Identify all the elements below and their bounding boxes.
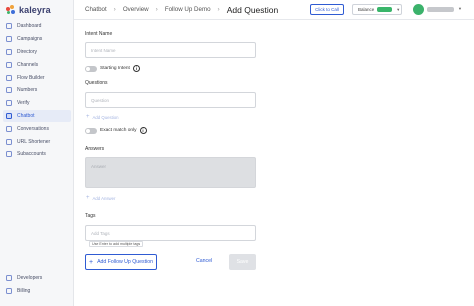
add-follow-up-question-button[interactable]: + Add Follow Up Question <box>85 254 157 270</box>
sidebar-item-label: URL Shortener <box>17 138 51 145</box>
sidebar-item-label: Channels <box>17 61 39 68</box>
breadcrumb-overview[interactable]: Overview <box>123 6 149 13</box>
url-shortener-icon <box>6 138 12 145</box>
starting-intent-row: Starting Intent i <box>85 65 140 72</box>
sidebar-item-channels[interactable]: Channels <box>3 58 71 71</box>
add-answer-link[interactable]: + Add Answer <box>86 195 115 201</box>
sidebar-item-label: Numbers <box>17 87 38 94</box>
dashboard-icon <box>6 23 12 30</box>
add-question-link[interactable]: + Add Question <box>86 114 119 120</box>
numbers-icon <box>6 87 12 94</box>
info-icon[interactable]: i <box>139 127 147 134</box>
plus-icon: + <box>86 114 90 120</box>
add-follow-up-label: Add Follow Up Question <box>97 259 154 265</box>
chevron-right-icon: › <box>155 6 158 13</box>
sidebar-item-chatbot[interactable]: Chatbot <box>3 109 71 123</box>
sidebar-item-label: Directory <box>17 48 38 55</box>
cancel-button[interactable]: Cancel <box>196 258 212 264</box>
sidebar-nav: Dashboard Campaigns Directory Channels F… <box>3 20 71 161</box>
intent-name-label: Intent Name <box>85 31 113 37</box>
conversations-icon <box>6 125 12 132</box>
sidebar-item-conversations[interactable]: Conversations <box>3 122 71 135</box>
info-icon[interactable]: i <box>132 65 140 72</box>
balance-label: Balance <box>358 7 375 12</box>
plus-icon: + <box>86 195 90 201</box>
intent-name-input[interactable]: Intent Name <box>85 42 256 58</box>
verify-icon <box>6 100 12 107</box>
brand-name: kaleyra <box>19 5 51 15</box>
sidebar-item-billing[interactable]: Billing <box>3 285 71 298</box>
breadcrumb-chatbot[interactable]: Chatbot <box>85 6 107 13</box>
sidebar-bottom-nav: Developers Billing <box>3 272 71 298</box>
tags-input[interactable]: Add Tags <box>85 225 256 241</box>
brand-logo[interactable]: kaleyra <box>6 4 51 16</box>
sidebar-item-numbers[interactable]: Numbers <box>3 84 71 97</box>
directory-icon <box>6 48 12 55</box>
breadcrumb-follow-up-demo[interactable]: Follow Up Demo <box>165 6 211 13</box>
question-input[interactable]: Question <box>85 92 256 108</box>
sidebar-item-dashboard[interactable]: Dashboard <box>3 20 71 33</box>
chevron-down-icon: ▼ <box>396 7 401 12</box>
page-title: Add Question <box>226 4 279 15</box>
tags-hint: Use Enter to add multiple tags <box>89 241 144 247</box>
kaleyra-logo-icon <box>6 5 16 15</box>
questions-label: Questions <box>85 80 108 86</box>
sidebar-item-label: Subaccounts <box>17 151 46 158</box>
breadcrumb: Chatbot › Overview › Follow Up Demo › Ad… <box>74 5 278 15</box>
chevron-down-icon[interactable]: ▼ <box>458 6 462 11</box>
sidebar-item-verify[interactable]: Verify <box>3 97 71 110</box>
exact-match-label: Exact match only <box>100 128 137 133</box>
chatbot-icon <box>6 112 12 119</box>
sidebar-item-developers[interactable]: Developers <box>3 272 71 285</box>
add-answer-label: Add Answer <box>92 195 116 201</box>
channels-icon <box>6 61 12 68</box>
toggle-knob <box>86 128 90 133</box>
exact-match-toggle[interactable] <box>85 127 97 134</box>
developers-icon <box>6 275 12 282</box>
balance-value-badge <box>377 7 393 12</box>
top-header: Chatbot › Overview › Follow Up Demo › Ad… <box>74 0 474 20</box>
sidebar-item-label: Developers <box>17 275 43 282</box>
sidebar-item-label: Billing <box>17 288 31 295</box>
avatar[interactable] <box>413 4 424 15</box>
flow-builder-icon <box>6 74 12 81</box>
sidebar-item-label: Chatbot <box>17 112 35 119</box>
toggle-knob <box>86 66 90 71</box>
sidebar-item-campaigns[interactable]: Campaigns <box>3 33 71 46</box>
tags-label: Tags <box>85 213 96 219</box>
sidebar: kaleyra Dashboard Campaigns Directory Ch… <box>0 0 74 306</box>
sidebar-item-label: Campaigns <box>17 36 43 43</box>
save-button[interactable]: Save <box>229 254 256 270</box>
click-to-call-button[interactable]: Click to Call <box>310 4 344 15</box>
subaccounts-icon <box>6 151 12 158</box>
sidebar-item-directory[interactable]: Directory <box>3 46 71 59</box>
starting-intent-toggle[interactable] <box>85 65 97 72</box>
user-name-redacted[interactable] <box>427 7 454 12</box>
plus-icon: + <box>88 258 94 266</box>
sidebar-item-label: Verify <box>17 100 30 107</box>
exact-match-row: Exact match only i <box>85 127 147 134</box>
add-question-label: Add Question <box>92 114 119 120</box>
sidebar-item-flow-builder[interactable]: Flow Builder <box>3 71 71 84</box>
billing-icon <box>6 288 12 295</box>
chevron-right-icon: › <box>113 6 116 13</box>
sidebar-item-label: Dashboard <box>17 23 42 30</box>
starting-intent-label: Starting Intent <box>100 66 130 71</box>
sidebar-item-label: Conversations <box>17 125 49 132</box>
sidebar-item-url-shortener[interactable]: URL Shortener <box>3 135 71 148</box>
answers-label: Answers <box>85 146 105 152</box>
chevron-right-icon: › <box>217 6 220 13</box>
campaigns-icon <box>6 36 12 43</box>
sidebar-item-subaccounts[interactable]: Subaccounts <box>3 148 71 161</box>
sidebar-item-label: Flow Builder <box>17 74 45 81</box>
balance-dropdown[interactable]: Balance ▼ <box>352 4 402 15</box>
answer-input[interactable]: Answer <box>85 157 256 188</box>
